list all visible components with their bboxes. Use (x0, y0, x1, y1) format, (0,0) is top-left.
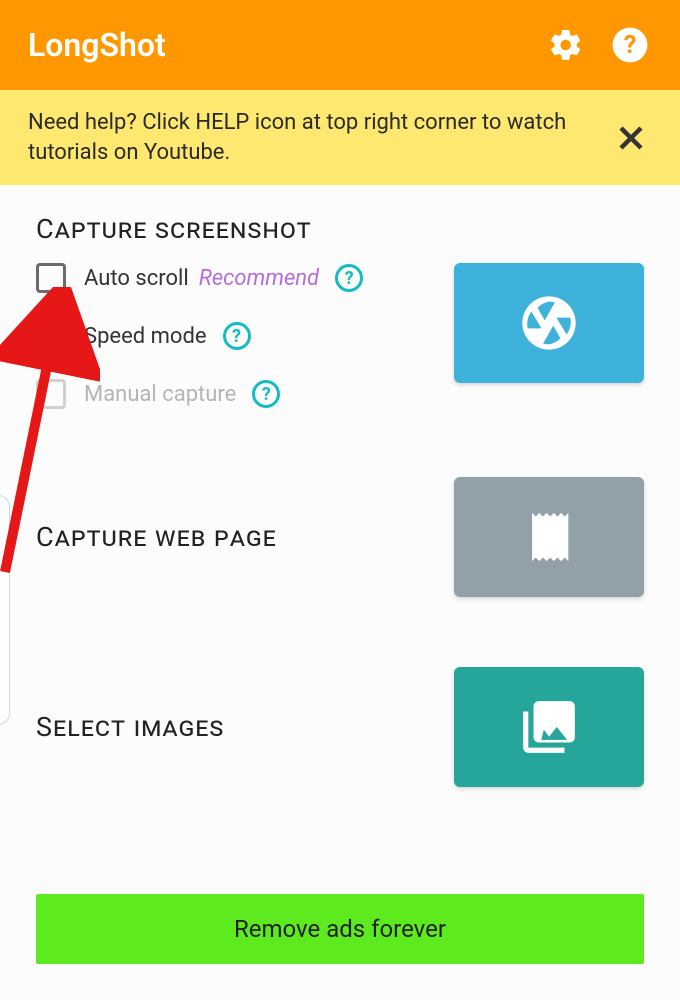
option-auto-scroll: Auto scroll Recommend ? (36, 263, 454, 293)
capture-web-page-button[interactable] (454, 477, 644, 597)
close-icon (613, 120, 649, 156)
receipt-icon (520, 508, 578, 566)
option-manual-capture: Manual capture ? (36, 379, 454, 409)
manual-capture-help[interactable]: ? (252, 380, 280, 408)
capture-web-page-row: Capture web page (36, 477, 644, 597)
help-button[interactable]: ? (608, 23, 652, 67)
remove-ads-button[interactable]: Remove ads forever (36, 894, 644, 964)
app-header: LongShot ? (0, 0, 680, 90)
section-capture-web-page-title: Capture web page (36, 521, 277, 553)
speed-mode-label: Speed mode (84, 324, 207, 349)
section-select-images-title: Select images (36, 711, 224, 743)
auto-scroll-label: Auto scroll (84, 266, 189, 291)
app-title: LongShot (28, 26, 524, 64)
gear-icon (548, 27, 584, 63)
speed-mode-help[interactable]: ? (223, 322, 251, 350)
help-banner: Need help? Click HELP icon at top right … (0, 90, 680, 185)
remove-ads-label: Remove ads forever (234, 915, 446, 943)
help-banner-text: Need help? Click HELP icon at top right … (28, 108, 590, 167)
shutter-icon (517, 291, 581, 355)
manual-capture-label: Manual capture (84, 382, 236, 407)
svg-text:?: ? (624, 31, 637, 60)
auto-scroll-help[interactable]: ? (335, 264, 363, 292)
auto-scroll-checkbox[interactable] (36, 263, 66, 293)
help-icon: ? (611, 26, 649, 64)
capture-screenshot-row: Auto scroll Recommend ? Speed mode ? Man… (36, 263, 644, 437)
recommend-label: Recommend (199, 266, 319, 291)
settings-button[interactable] (544, 23, 588, 67)
option-speed-mode: Speed mode ? (36, 321, 454, 351)
speed-mode-checkbox[interactable] (36, 321, 66, 351)
banner-close-button[interactable] (610, 117, 652, 159)
edge-tab[interactable] (0, 495, 10, 725)
section-capture-screenshot-title: Capture screenshot (36, 213, 644, 245)
select-images-button[interactable] (454, 667, 644, 787)
manual-capture-checkbox[interactable] (36, 379, 66, 409)
capture-screenshot-button[interactable] (454, 263, 644, 383)
select-images-row: Select images (36, 667, 644, 787)
images-icon (518, 696, 580, 758)
